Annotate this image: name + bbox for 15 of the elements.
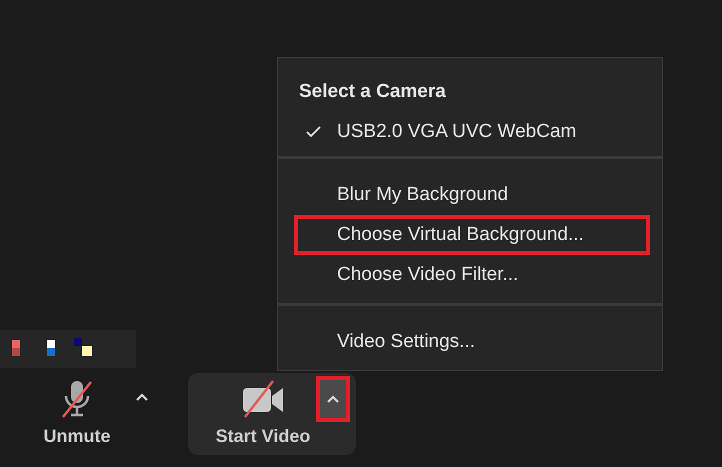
menu-item[interactable]: USB2.0 VGA UVC WebCam	[294, 112, 650, 152]
menu-item-label: Choose Video Filter...	[337, 264, 518, 286]
caret-icon	[135, 392, 149, 402]
caret-icon	[326, 394, 340, 404]
menu-item-label: Choose Virtual Background...	[337, 224, 584, 246]
toolbar-button[interactable]: Unmute	[30, 373, 124, 455]
menu-item[interactable]: Choose Video Filter...	[294, 255, 650, 295]
menu-item[interactable]: Video Settings...	[294, 322, 650, 362]
menu-item[interactable]: Choose Virtual Background...	[294, 215, 650, 255]
menu-item-label: USB2.0 VGA UVC WebCam	[337, 121, 576, 143]
menu-title: Select a Camera	[298, 80, 447, 104]
menu-item[interactable]: Blur My Background	[294, 175, 650, 215]
menu-item-label: Blur My Background	[337, 184, 508, 206]
toolbar-button[interactable]: Start Video	[216, 373, 310, 455]
menu-item-label: Video Settings...	[337, 331, 476, 353]
